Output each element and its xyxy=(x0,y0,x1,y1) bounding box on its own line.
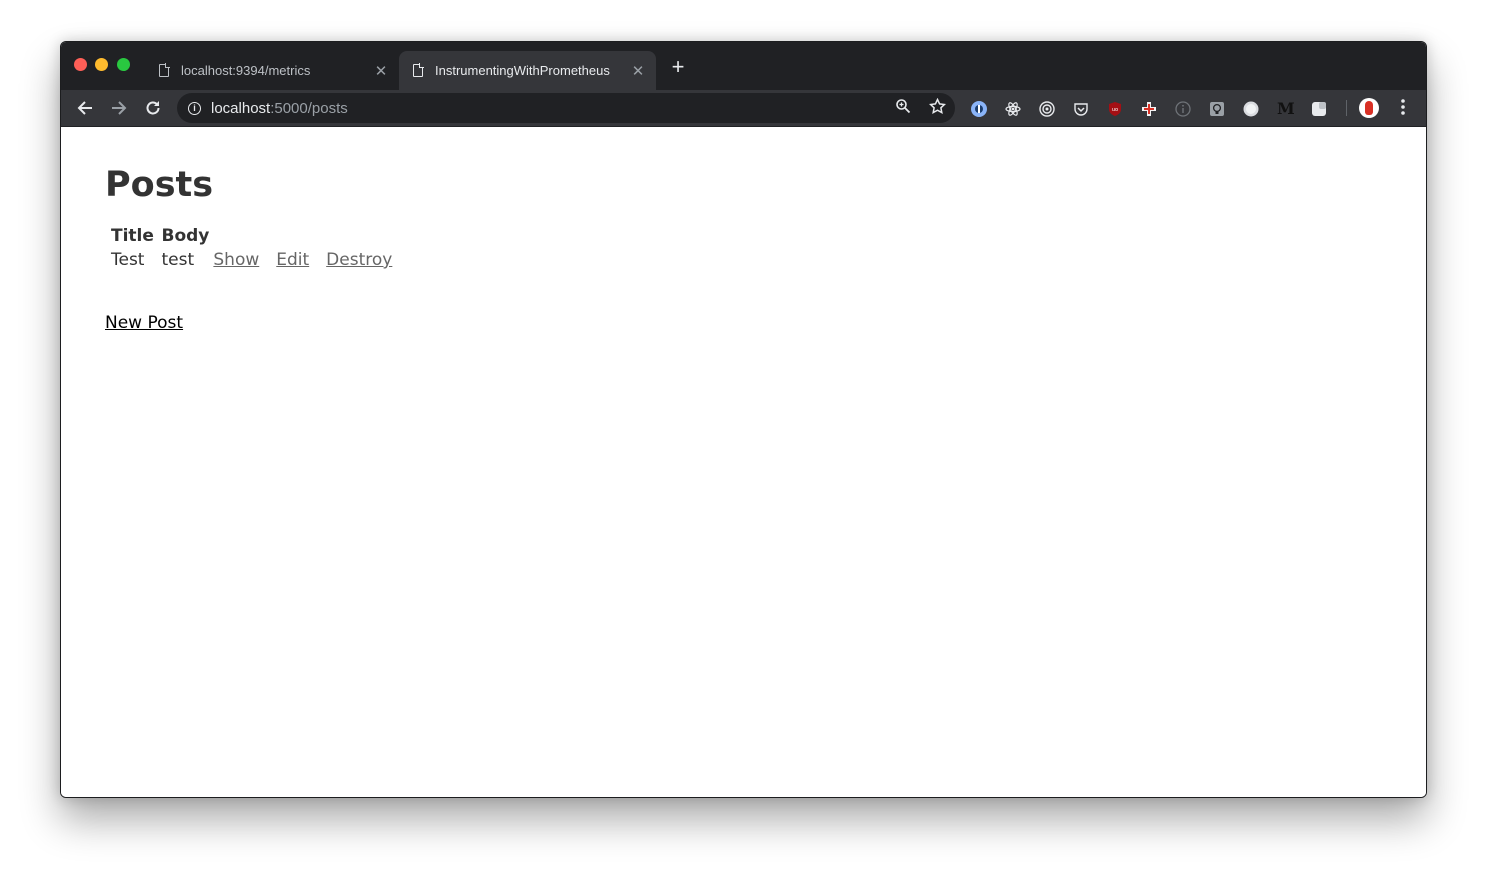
edit-link[interactable]: Edit xyxy=(276,250,309,270)
table-row: Test test Show Edit Destroy xyxy=(110,249,406,271)
lightbulb-icon[interactable] xyxy=(1209,101,1225,117)
toolbar-divider xyxy=(1346,100,1347,116)
tab-strip: localhost:9394/metrics ✕ InstrumentingWi… xyxy=(61,42,1426,90)
destroy-link[interactable]: Destroy xyxy=(326,250,392,270)
url-host: localhost xyxy=(211,99,271,117)
forward-button[interactable] xyxy=(107,96,131,120)
pocket-icon[interactable] xyxy=(1073,101,1089,117)
browser-toolbar: i localhost:5000/posts uo M xyxy=(61,90,1426,127)
tab-title: InstrumentingWithPrometheus xyxy=(435,63,610,78)
post-body-cell: test xyxy=(161,250,195,270)
circle-ext-icon[interactable] xyxy=(1243,101,1259,117)
post-title-cell: Test xyxy=(111,250,145,270)
new-tab-button[interactable]: + xyxy=(667,56,689,78)
site-info-icon[interactable]: i xyxy=(188,101,201,115)
profile-avatar[interactable] xyxy=(1359,98,1379,118)
reload-icon xyxy=(146,101,160,115)
reload-button[interactable] xyxy=(141,96,165,120)
new-post-link[interactable]: New Post xyxy=(105,313,183,333)
column-header-empty xyxy=(275,225,323,247)
address-bar[interactable]: i localhost:5000/posts xyxy=(177,93,955,123)
react-devtools-icon[interactable] xyxy=(1005,101,1021,117)
arrow-left-icon xyxy=(77,101,92,115)
back-button[interactable] xyxy=(73,96,97,120)
page-content: Posts Title Body Test test Show Edit Des… xyxy=(61,127,1426,797)
medium-icon[interactable]: M xyxy=(1277,101,1295,117)
zoom-icon[interactable] xyxy=(893,98,913,119)
destroy-cell: Destroy xyxy=(325,249,406,271)
edit-cell: Edit xyxy=(275,249,323,271)
show-link[interactable]: Show xyxy=(213,250,259,270)
close-window-button[interactable] xyxy=(74,58,87,71)
svg-text:uo: uo xyxy=(1112,107,1118,113)
maximize-window-button[interactable] xyxy=(117,58,130,71)
column-header-title: Title xyxy=(111,226,154,246)
document-icon xyxy=(159,63,170,77)
url-path: :5000/posts xyxy=(270,99,348,117)
minimize-window-button[interactable] xyxy=(95,58,108,71)
square-ext-icon[interactable] xyxy=(1311,101,1327,117)
bookmark-star-icon[interactable] xyxy=(927,97,947,120)
page-title: Posts xyxy=(105,165,214,205)
column-header-body: Body xyxy=(161,226,210,246)
close-tab-icon[interactable]: ✕ xyxy=(373,62,389,80)
column-header-empty xyxy=(325,225,406,247)
tab-metrics[interactable]: localhost:9394/metrics ✕ xyxy=(145,51,399,90)
cross-icon[interactable] xyxy=(1141,101,1157,117)
target-icon[interactable] xyxy=(1039,101,1055,117)
1password-icon[interactable] xyxy=(971,101,987,117)
more-menu-icon[interactable] xyxy=(1395,97,1411,121)
info-ext-icon[interactable] xyxy=(1175,101,1191,117)
document-icon xyxy=(413,63,424,77)
posts-table: Title Body Test test Show Edit Destroy xyxy=(108,223,408,273)
ublock-icon[interactable]: uo xyxy=(1107,101,1123,117)
show-cell: Show xyxy=(212,249,273,271)
arrow-right-icon xyxy=(112,101,127,115)
browser-window: localhost:9394/metrics ✕ InstrumentingWi… xyxy=(60,41,1427,798)
column-header-empty xyxy=(212,225,273,247)
tab-instrumenting-with-prometheus[interactable]: InstrumentingWithPrometheus ✕ xyxy=(399,51,656,90)
tab-title: localhost:9394/metrics xyxy=(181,63,311,78)
close-tab-icon[interactable]: ✕ xyxy=(630,62,646,80)
table-header-row: Title Body xyxy=(110,225,406,247)
